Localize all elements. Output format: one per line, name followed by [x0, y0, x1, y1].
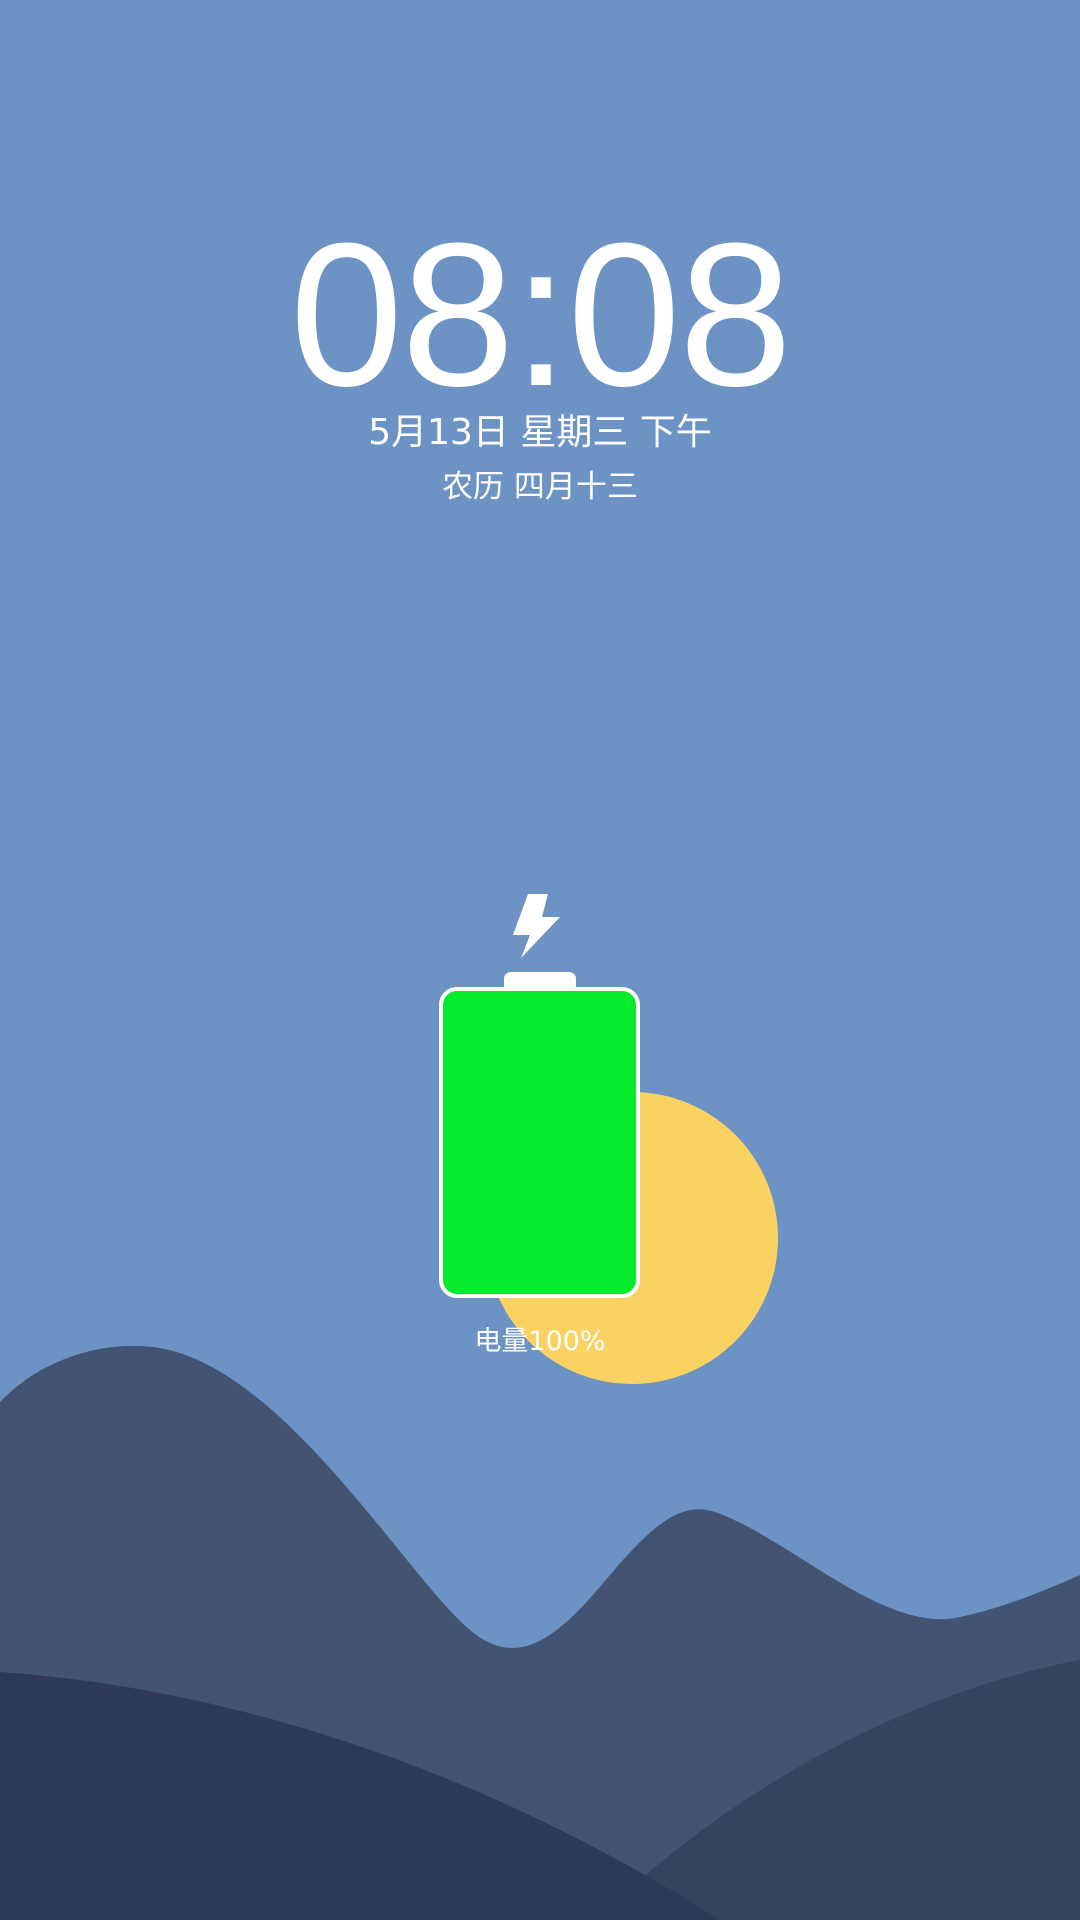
lunar-date-text: 农历 四月十三 — [442, 469, 638, 505]
lock-screen: 08:08 5月13日 星期三 下午 农历 四月十三 电量100% — [0, 0, 1080, 1920]
battery-indicator — [439, 972, 640, 1298]
battery-fill — [442, 990, 637, 1295]
clock-time: 08:08 — [289, 201, 793, 429]
date-text: 5月13日 星期三 下午 — [368, 412, 712, 453]
battery-level-label: 电量100% — [474, 1326, 606, 1357]
